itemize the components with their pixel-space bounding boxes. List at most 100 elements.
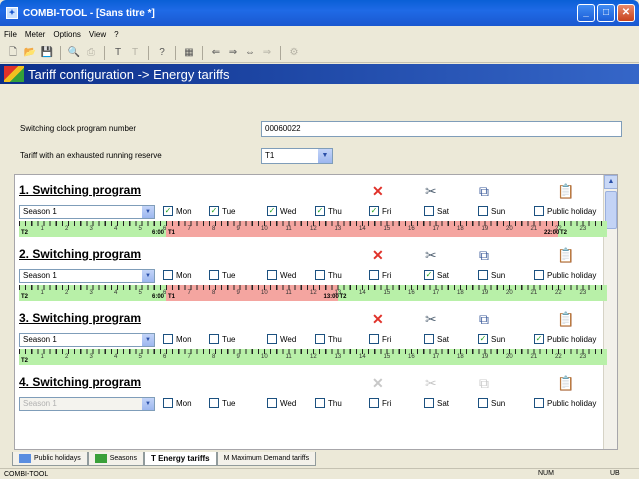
day-mon[interactable]: Mon — [163, 398, 192, 408]
exhausted-tariff-select[interactable]: T1 ▼ — [261, 148, 333, 164]
day-checkbox[interactable]: ✓ — [267, 206, 277, 216]
day-checkbox[interactable] — [163, 334, 173, 344]
day-sun[interactable]: ✓ Sun — [478, 334, 505, 344]
delete-icon[interactable]: ✕ — [372, 183, 384, 199]
day-sat[interactable]: ✓ Sat — [424, 270, 449, 280]
day-checkbox[interactable] — [424, 398, 434, 408]
copy-icon[interactable]: ⧉ — [479, 247, 489, 263]
tariff-timeline[interactable]: 1 2 3 4 5 6 7 8 9 10 11 12 13 14 15 16 17 18 19 20 21 22 23 T2 — [19, 349, 607, 365]
day-checkbox[interactable] — [369, 270, 379, 280]
day-mon[interactable]: Mon — [163, 270, 192, 280]
day-sat[interactable]: Sat — [424, 334, 449, 344]
find-icon[interactable]: 🔍 — [67, 46, 81, 60]
day-fri[interactable]: Fri — [369, 270, 391, 280]
day-checkbox[interactable] — [478, 270, 488, 280]
cut-icon[interactable]: ✂ — [425, 183, 437, 199]
day-public-holiday[interactable]: Public holiday — [534, 270, 596, 280]
open-folder-icon[interactable]: 📂 — [23, 46, 37, 60]
help-icon[interactable]: ? — [155, 46, 169, 60]
day-checkbox[interactable] — [209, 334, 219, 344]
day-checkbox[interactable]: ✓ — [369, 206, 379, 216]
tariff-read-icon[interactable]: T — [111, 46, 125, 60]
day-sun[interactable]: Sun — [478, 270, 505, 280]
day-checkbox[interactable]: ✓ — [534, 334, 544, 344]
tab-energy-tariffs[interactable]: T Energy tariffs — [143, 452, 217, 466]
day-tue[interactable]: Tue — [209, 334, 236, 344]
vertical-scrollbar[interactable]: ▲ — [603, 175, 617, 449]
day-fri[interactable]: ✓ Fri — [369, 206, 391, 216]
day-checkbox[interactable] — [369, 398, 379, 408]
day-checkbox[interactable] — [315, 334, 325, 344]
tariff-timeline[interactable]: 1 2 3 4 5 6 7 8 9 10 11 12 13 14 15 16 17 18 19 20 21 22 23 T2 6… — [19, 221, 607, 237]
paste-icon[interactable]: 📋 — [557, 247, 574, 263]
day-sat[interactable]: Sat — [424, 398, 449, 408]
day-checkbox[interactable]: ✓ — [424, 270, 434, 280]
day-checkbox[interactable]: ✓ — [209, 206, 219, 216]
copy-icon[interactable]: ⧉ — [479, 311, 489, 327]
day-tue[interactable]: Tue — [209, 398, 236, 408]
tab-seasons[interactable]: Seasons — [87, 452, 144, 466]
day-fri[interactable]: Fri — [369, 398, 391, 408]
day-checkbox[interactable] — [163, 398, 173, 408]
menu-file[interactable]: File — [4, 30, 17, 39]
day-checkbox[interactable] — [424, 206, 434, 216]
day-public-holiday[interactable]: Public holiday — [534, 206, 596, 216]
day-sun[interactable]: Sun — [478, 398, 505, 408]
day-checkbox[interactable] — [478, 398, 488, 408]
day-checkbox[interactable] — [534, 270, 544, 280]
delete-icon[interactable]: ✕ — [372, 247, 384, 263]
copy-icon[interactable]: ⧉ — [479, 183, 489, 199]
tariff-timeline[interactable]: 1 2 3 4 5 6 7 8 9 10 11 12 13 14 15 16 17 18 19 20 21 22 23 T2 6… — [19, 285, 607, 301]
season-select[interactable]: Season 1 ▼ — [19, 333, 155, 347]
menu-meter[interactable]: Meter — [25, 30, 45, 39]
delete-icon[interactable]: ✕ — [372, 311, 384, 327]
meter-sync-icon[interactable]: ⇔ — [243, 46, 257, 60]
day-checkbox[interactable]: ✓ — [315, 206, 325, 216]
settings-icon[interactable]: ⚙ — [287, 46, 301, 60]
menu-options[interactable]: Options — [53, 30, 81, 39]
day-checkbox[interactable] — [534, 206, 544, 216]
day-checkbox[interactable] — [267, 334, 277, 344]
day-checkbox[interactable] — [267, 270, 277, 280]
day-checkbox[interactable] — [315, 398, 325, 408]
cut-icon[interactable]: ✂ — [425, 247, 437, 263]
day-checkbox[interactable]: ✓ — [478, 334, 488, 344]
day-thu[interactable]: Thu — [315, 398, 342, 408]
day-checkbox[interactable] — [163, 270, 173, 280]
day-thu[interactable]: Thu — [315, 270, 342, 280]
day-tue[interactable]: Tue — [209, 270, 236, 280]
day-mon[interactable]: ✓ Mon — [163, 206, 192, 216]
menu-view[interactable]: View — [89, 30, 106, 39]
tab-public-holidays[interactable]: Public holidays — [12, 452, 88, 466]
meter-write-icon[interactable]: ⇒ — [226, 46, 240, 60]
program-number-input[interactable]: 00060022 — [261, 121, 622, 137]
meter-disabled-icon[interactable]: ⇒ — [260, 46, 274, 60]
day-checkbox[interactable] — [369, 334, 379, 344]
day-checkbox[interactable] — [534, 398, 544, 408]
minimize-button[interactable]: _ — [577, 4, 595, 22]
day-fri[interactable]: Fri — [369, 334, 391, 344]
save-icon[interactable]: 💾 — [40, 46, 54, 60]
print-icon[interactable]: ⎙ — [84, 46, 98, 60]
day-checkbox[interactable] — [424, 334, 434, 344]
scroll-up-icon[interactable]: ▲ — [604, 175, 617, 189]
close-button[interactable]: ✕ — [617, 4, 635, 22]
new-file-icon[interactable]: 🗋 — [6, 46, 20, 60]
day-checkbox[interactable] — [478, 206, 488, 216]
day-public-holiday[interactable]: ✓ Public holiday — [534, 334, 596, 344]
day-checkbox[interactable] — [209, 398, 219, 408]
day-wed[interactable]: Wed — [267, 334, 296, 344]
paste-icon[interactable]: 📋 — [557, 183, 574, 199]
menu-help[interactable]: ? — [114, 30, 118, 39]
meter-read-icon[interactable]: ⇐ — [209, 46, 223, 60]
day-checkbox[interactable] — [267, 398, 277, 408]
day-sat[interactable]: Sat — [424, 206, 449, 216]
day-wed[interactable]: Wed — [267, 270, 296, 280]
day-wed[interactable]: ✓ Wed — [267, 206, 296, 216]
day-mon[interactable]: Mon — [163, 334, 192, 344]
season-select[interactable]: Season 1 ▼ — [19, 269, 155, 283]
day-thu[interactable]: Thu — [315, 334, 342, 344]
day-checkbox[interactable]: ✓ — [163, 206, 173, 216]
season-select[interactable]: Season 1 ▼ — [19, 205, 155, 219]
day-checkbox[interactable] — [315, 270, 325, 280]
